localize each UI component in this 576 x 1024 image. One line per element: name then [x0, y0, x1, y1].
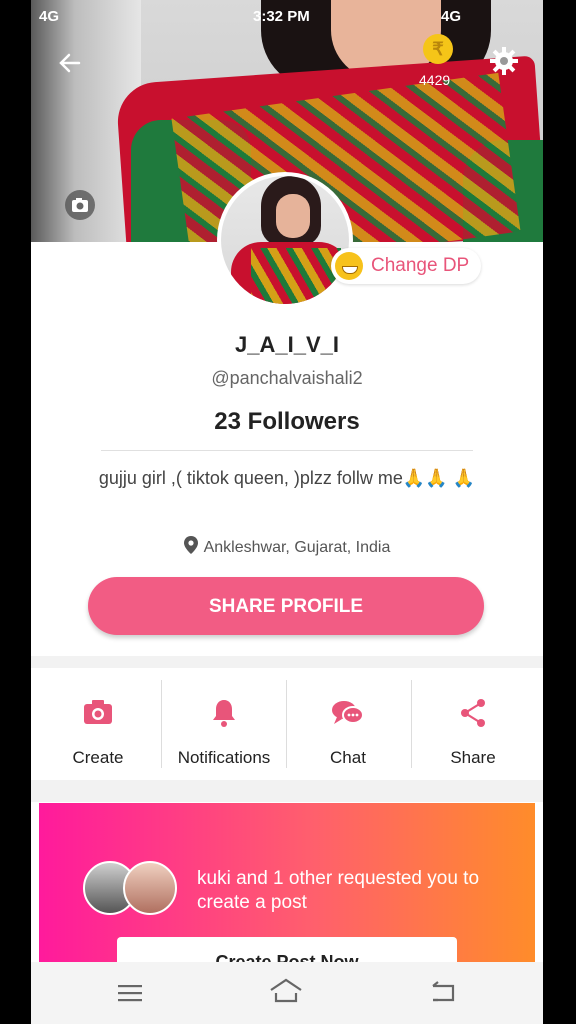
action-label: Chat	[330, 748, 366, 767]
gear-icon	[490, 47, 518, 75]
location-pin-icon	[183, 536, 198, 554]
action-bar: Create Notifications Chat Share	[31, 668, 543, 780]
home-icon[interactable]	[269, 978, 303, 1004]
clock: 3:32 PM	[253, 8, 310, 25]
profile-location: Ankleshwar, Gujarat, India	[31, 536, 543, 557]
menu-icon[interactable]	[117, 982, 143, 1004]
app-screen: 4G 3:32 PM 4G ₹ 4429 Change DP J_A_I_V_I…	[31, 0, 543, 1024]
followers-count[interactable]: 23 Followers	[31, 408, 543, 436]
section-gap	[31, 780, 543, 802]
share-icon	[461, 699, 485, 727]
settings-button[interactable]	[489, 46, 519, 81]
create-action[interactable]: Create	[36, 668, 160, 780]
network-indicator: 4G	[39, 8, 60, 25]
notifications-action[interactable]: Notifications	[162, 668, 286, 780]
chat-bubbles-icon	[332, 701, 364, 724]
rupee-coin-icon[interactable]: ₹	[423, 34, 453, 64]
network-indicator-right: 4G	[441, 8, 462, 25]
requester-avatar	[123, 861, 177, 915]
profile-bio: gujju girl ,( tiktok queen, )plzz follw …	[98, 468, 476, 488]
share-action[interactable]: Share	[411, 668, 535, 780]
status-bar: 4G 3:32 PM 4G	[31, 0, 543, 34]
action-label: Share	[450, 748, 496, 767]
profile-name: J_A_I_V_I	[235, 332, 339, 357]
profile-avatar[interactable]	[217, 172, 353, 308]
location-text: Ankleshwar, Gujarat, India	[203, 539, 391, 556]
banner-text: kuki and 1 other requested you to create…	[197, 868, 480, 913]
divider	[101, 450, 473, 451]
camera-icon	[72, 198, 88, 212]
camera-icon	[84, 700, 112, 724]
coin-count: 4429	[419, 72, 451, 88]
back-nav-icon[interactable]	[429, 980, 457, 1004]
share-profile-button[interactable]: SHARE PROFILE	[88, 577, 484, 635]
change-cover-button[interactable]	[65, 190, 95, 220]
action-label: Notifications	[177, 748, 271, 767]
back-button[interactable]	[57, 50, 83, 81]
bell-icon	[213, 700, 235, 727]
action-label: Create	[72, 748, 124, 767]
back-arrow-icon	[59, 53, 81, 73]
chat-action[interactable]: Chat	[286, 668, 410, 780]
profile-handle: @panchalvaishali2	[211, 368, 363, 388]
change-dp-label: Change DP	[371, 255, 470, 276]
section-gap	[31, 656, 543, 668]
system-nav-bar	[31, 962, 543, 1024]
post-request-banner[interactable]: kuki and 1 other requested you to create…	[39, 803, 535, 987]
grin-emoji-icon	[335, 252, 363, 280]
change-dp-button[interactable]: Change DP	[331, 248, 482, 284]
